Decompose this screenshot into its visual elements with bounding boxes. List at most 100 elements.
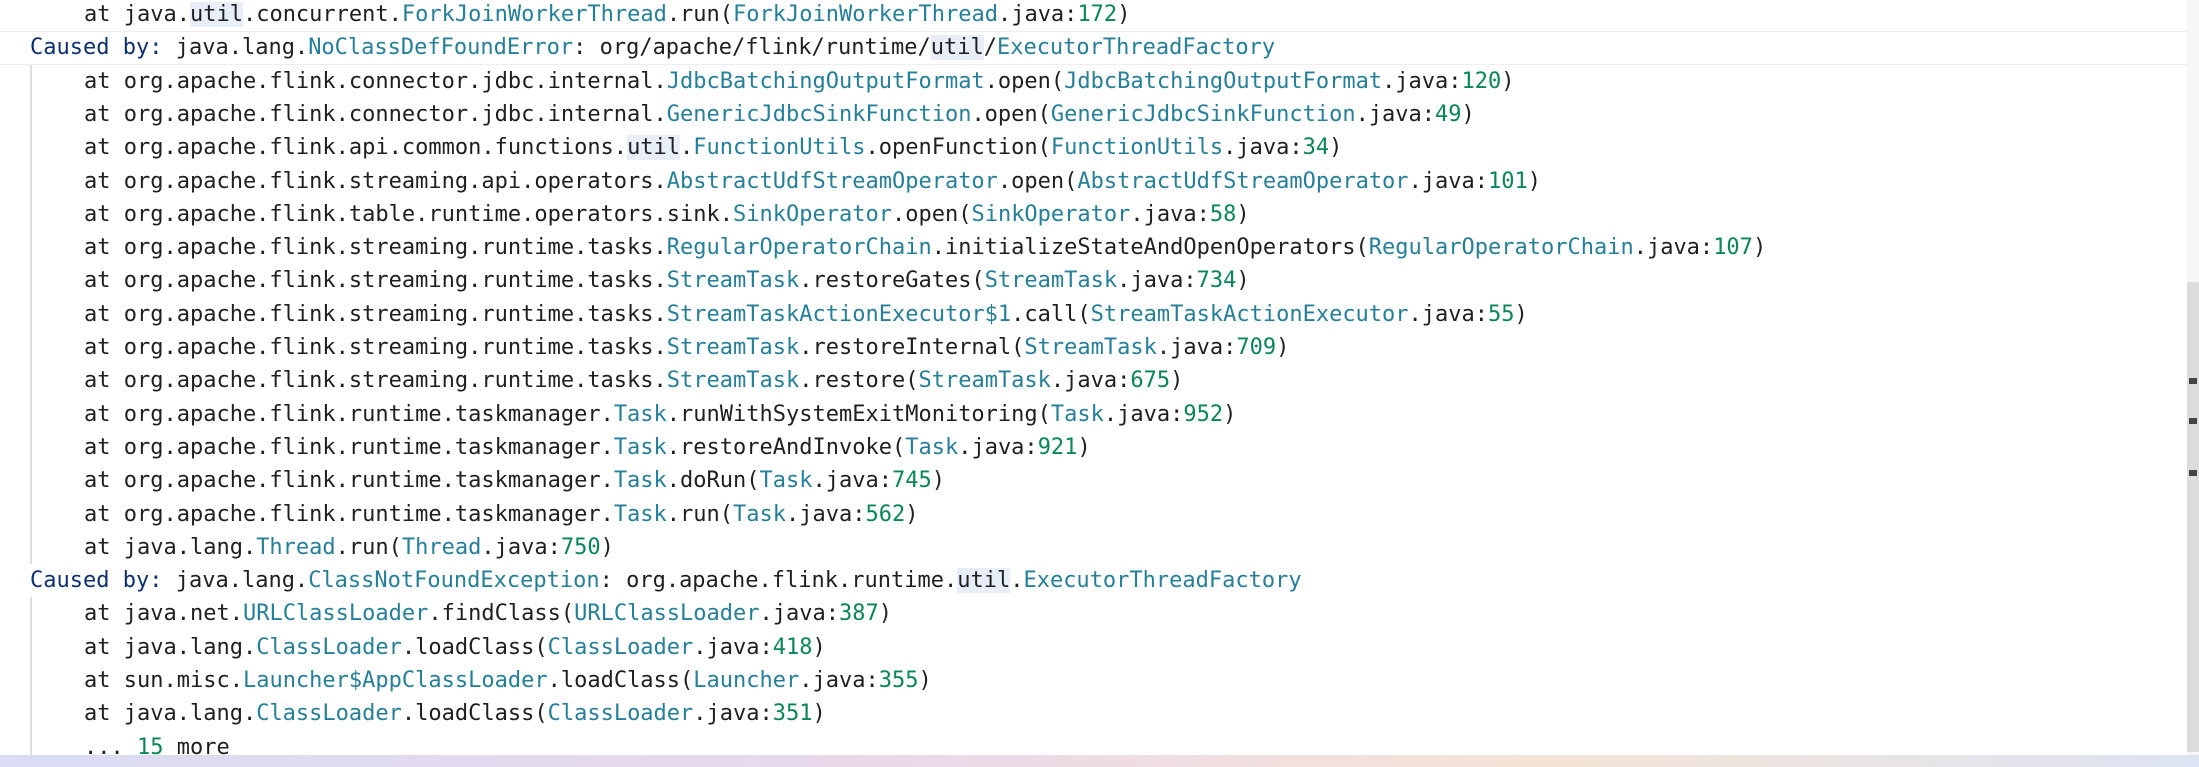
class-name: StreamTask bbox=[666, 268, 800, 294]
code-text: ) bbox=[1329, 135, 1343, 161]
line-number: 675 bbox=[1130, 368, 1171, 394]
code-text: .restoreGates( bbox=[799, 268, 985, 294]
code-text: .java: bbox=[1117, 268, 1197, 294]
code-text: ) bbox=[1236, 268, 1250, 294]
code-text: ) bbox=[1276, 335, 1290, 360]
code-text: .java: bbox=[799, 668, 879, 693]
code-text: at org.apache.flink.runtime.taskmanager. bbox=[84, 468, 614, 494]
code-text: ) bbox=[600, 534, 614, 560]
code-text: at java. bbox=[84, 2, 190, 27]
line-number: 351 bbox=[772, 701, 813, 727]
keyword: Caused bbox=[30, 35, 110, 61]
stack-frame-line: at org.apache.flink.runtime.taskmanager.… bbox=[0, 431, 2187, 464]
code-text: at sun.misc. bbox=[84, 668, 243, 693]
class-name: Task bbox=[613, 468, 667, 494]
stack-frame-line: at org.apache.flink.table.runtime.operat… bbox=[0, 198, 2187, 231]
class-name: ExecutorThreadFactory bbox=[996, 35, 1276, 61]
line-number: 355 bbox=[878, 668, 919, 693]
line-number: 101 bbox=[1488, 168, 1528, 194]
class-name: SinkOperator bbox=[733, 201, 892, 227]
code-text: .openFunction( bbox=[865, 135, 1051, 161]
code-text: .open( bbox=[891, 201, 972, 227]
class-name: StreamTask bbox=[666, 335, 800, 360]
code-text: at org.apache.flink.streaming.runtime.ta… bbox=[84, 268, 667, 294]
code-text: .java: bbox=[1408, 168, 1489, 194]
code-text: .java: bbox=[812, 468, 892, 494]
line-number: 734 bbox=[1196, 268, 1237, 294]
code-text: .open( bbox=[997, 168, 1078, 194]
class-name: Task bbox=[613, 434, 667, 460]
code-text: .java: bbox=[759, 601, 840, 627]
class-name: Task bbox=[613, 401, 667, 427]
code-text: : org.apache.flink.runtime. bbox=[599, 568, 958, 594]
stack-frame-line: at org.apache.flink.api.common.functions… bbox=[0, 131, 2187, 164]
class-name: ClassLoader bbox=[256, 701, 402, 727]
code-text: .java: bbox=[1130, 201, 1210, 227]
line-number: 49 bbox=[1435, 101, 1462, 127]
code-text: at org.apache.flink.connector.jdbc.inter… bbox=[84, 68, 667, 94]
code-text: ) bbox=[812, 701, 826, 727]
code-text: ) bbox=[1501, 68, 1515, 94]
scrollbar-thumb[interactable] bbox=[2187, 282, 2199, 752]
code-text: at org.apache.flink.streaming.runtime.ta… bbox=[84, 335, 667, 360]
code-text: java.lang. bbox=[162, 568, 309, 594]
class-name: RegularOperatorChain bbox=[666, 235, 932, 261]
line-number: 562 bbox=[865, 501, 906, 527]
line-number: 15 bbox=[136, 734, 164, 755]
stack-frame-line: at org.apache.flink.connector.jdbc.inter… bbox=[0, 98, 2187, 131]
class-name: AbstractUdfStreamOperator bbox=[1077, 168, 1409, 194]
code-text: at java.lang. bbox=[84, 534, 257, 560]
line-number: 172 bbox=[1077, 2, 1118, 27]
vertical-scrollbar[interactable] bbox=[2187, 0, 2199, 755]
class-name: GenericJdbcSinkFunction bbox=[1050, 101, 1356, 127]
class-name: Thread bbox=[256, 534, 336, 560]
stack-frame-line: at java.lang.ClassLoader.loadClass(Class… bbox=[0, 631, 2187, 664]
line-number: 952 bbox=[1183, 401, 1224, 427]
code-text: .java: bbox=[1408, 301, 1489, 327]
code-text: .loadClass( bbox=[401, 634, 548, 660]
stack-frame-line: at org.apache.flink.runtime.taskmanager.… bbox=[0, 498, 2187, 531]
class-name: StreamTask bbox=[984, 268, 1118, 294]
code-text: .restoreAndInvoke( bbox=[666, 434, 906, 460]
line-number: 34 bbox=[1302, 135, 1330, 161]
code-text: ) bbox=[1077, 434, 1091, 460]
code-text: .java: bbox=[693, 634, 773, 660]
class-name: JdbcBatchingOutputFormat bbox=[1064, 68, 1383, 94]
class-name: URLClassLoader bbox=[242, 601, 429, 627]
code-text: at org.apache.flink.runtime.taskmanager. bbox=[84, 434, 614, 460]
code-text: ) bbox=[1170, 368, 1184, 394]
code-text: ) bbox=[1752, 235, 1767, 261]
code-text: java.lang. bbox=[162, 35, 309, 61]
stack-trace-editor[interactable]: at java.util.concurrent.ForkJoinWorkerTh… bbox=[0, 0, 2187, 755]
code-text: .java: bbox=[958, 434, 1038, 460]
class-name: ForkJoinWorkerThread bbox=[733, 2, 998, 27]
class-name: Launcher bbox=[693, 668, 800, 693]
indent-guide bbox=[30, 64, 32, 565]
code-text: ) bbox=[812, 634, 826, 660]
code-text: .java: bbox=[1156, 335, 1237, 360]
stack-frame-line: at org.apache.flink.streaming.api.operat… bbox=[0, 165, 2187, 198]
stack-frame-line: at org.apache.flink.streaming.runtime.ta… bbox=[0, 364, 2187, 397]
code-text: at org.apache.flink.streaming.api.operat… bbox=[84, 168, 667, 194]
code-text: ) bbox=[1223, 401, 1237, 427]
code-text: .initializeStateAndOpenOperators( bbox=[931, 235, 1369, 261]
code-text: ) bbox=[1461, 101, 1475, 127]
code-text: .java: bbox=[1223, 135, 1303, 161]
code-text: .loadClass( bbox=[547, 668, 694, 693]
code-text: .java: bbox=[997, 2, 1078, 27]
class-name: ClassLoader bbox=[547, 701, 694, 727]
code-text: at org.apache.flink.streaming.runtime.ta… bbox=[84, 301, 667, 327]
stack-frame-line: at java.lang.ClassLoader.loadClass(Class… bbox=[0, 697, 2187, 730]
class-name: FunctionUtils bbox=[693, 135, 866, 161]
code-text: at org.apache.flink.runtime.taskmanager. bbox=[84, 501, 614, 527]
line-number: 745 bbox=[891, 468, 932, 494]
class-name: Task bbox=[905, 434, 959, 460]
class-name: StreamTask bbox=[918, 368, 1051, 394]
class-name: StreamTask bbox=[1024, 335, 1157, 360]
code-text: .concurrent. bbox=[242, 2, 402, 27]
class-name: FunctionUtils bbox=[1050, 135, 1224, 161]
class-name: StreamTaskActionExecutor$1 bbox=[666, 301, 1012, 327]
code-text: .restoreInternal( bbox=[799, 335, 1025, 360]
code-text: at java.lang. bbox=[84, 634, 257, 660]
